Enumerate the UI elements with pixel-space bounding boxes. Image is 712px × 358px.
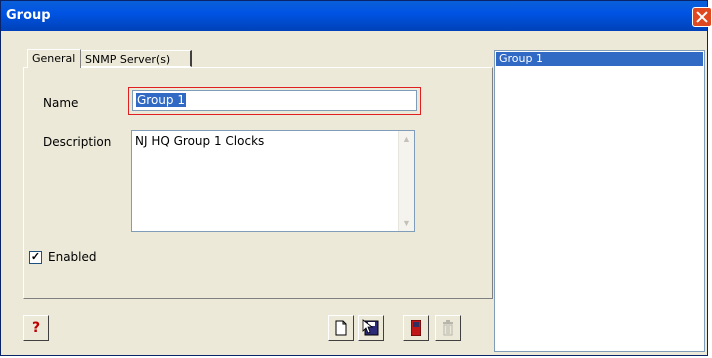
description-scrollbar[interactable]: ▲ ▼ (398, 131, 414, 231)
tab-snmp-servers[interactable]: SNMP Server(s) (81, 50, 192, 67)
save-icon (362, 319, 379, 336)
delete-button[interactable] (435, 315, 461, 341)
title-bar: Group (1, 1, 707, 31)
name-label: Name (43, 96, 79, 110)
exit-door-icon (410, 319, 422, 337)
group-window: Group General SNMP Server(s) Name Group … (0, 0, 712, 356)
description-textarea[interactable]: NJ HQ Group 1 Clocks ▲ ▼ (131, 130, 415, 232)
window-title: Group (6, 8, 51, 23)
name-input-value: Group 1 (136, 93, 186, 107)
details-pane: General SNMP Server(s) Name Group 1 Desc… (15, 43, 493, 348)
description-label: Description (43, 135, 112, 149)
description-value: NJ HQ Group 1 Clocks (135, 134, 265, 148)
trash-icon (443, 320, 453, 336)
name-input[interactable]: Group 1 (132, 90, 417, 111)
list-item[interactable]: Group 1 (496, 52, 703, 66)
close-button[interactable] (692, 7, 712, 27)
scroll-up-icon[interactable]: ▲ (399, 131, 414, 147)
help-button[interactable]: ? (23, 315, 49, 341)
tab-general[interactable]: General (27, 49, 81, 68)
enabled-label: Enabled (48, 250, 97, 264)
exit-button[interactable] (403, 315, 429, 341)
scroll-down-icon[interactable]: ▼ (399, 215, 414, 231)
enabled-checkbox[interactable]: ✓ (29, 251, 42, 264)
save-button[interactable] (358, 315, 384, 341)
bottom-toolbar: ? (23, 305, 493, 347)
group-listbox[interactable]: Group 1 (494, 50, 705, 352)
new-document-icon (335, 320, 347, 336)
new-button[interactable] (328, 315, 354, 341)
help-icon: ? (31, 320, 41, 336)
